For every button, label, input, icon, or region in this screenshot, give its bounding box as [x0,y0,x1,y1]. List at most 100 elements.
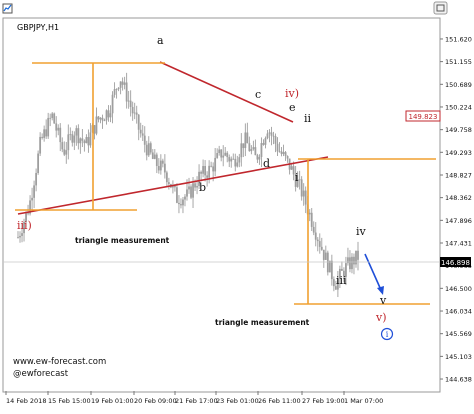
candle-body [260,143,263,157]
candle-body [224,152,227,156]
candle-body [149,143,152,153]
candle-body [81,138,84,141]
candle-body [43,129,46,138]
candle-body [73,135,76,143]
candle-body [204,166,207,176]
y-tick-label: 146.500 [445,285,472,293]
candle-body [353,256,355,265]
candle-body [208,165,211,178]
candle-body [304,190,307,205]
candle-body [264,138,267,145]
maximize-icon[interactable] [433,1,448,15]
candle-body [143,135,146,145]
candle-body [53,113,56,124]
y-tick-label: 149.293 [445,149,472,157]
candle-body [145,144,148,156]
candle-body [63,149,66,155]
candle-body [238,157,241,163]
candle-body [119,81,122,88]
candle-body [113,89,116,95]
y-tick-label: 144.638 [445,376,472,384]
candle-body [93,125,96,134]
candle-body [141,133,144,136]
candle-body [180,204,182,206]
candle-body [349,257,351,270]
candle-body [280,151,283,154]
candle-body [332,279,335,287]
candle-body [314,232,317,240]
chart-window-icon[interactable] [2,3,13,14]
candle-body [157,166,160,171]
candle-body [59,127,62,143]
candle-body [206,175,209,178]
candle-body [266,133,269,139]
candle-body [147,143,150,156]
marked-price-text: 149.823 [409,113,438,121]
candle-body [300,179,303,197]
candle-body [127,100,130,102]
candle-body [240,143,243,158]
triangle-measurement-label-left: triangle measurement [75,236,170,245]
candle-body [109,113,112,118]
candle-body [308,212,311,215]
candle-body [87,137,90,146]
candle-body [55,123,58,131]
candle-body [65,150,68,155]
candle-body [176,187,178,203]
candle-body [111,94,114,114]
candle-body [123,82,126,85]
candle-body [184,196,186,200]
candle-body [290,166,293,170]
candle-body [236,162,239,167]
candle-body [137,114,140,130]
candle-body [161,160,164,164]
candle-body [250,149,253,152]
candle-body [254,147,257,156]
candle-body [159,160,162,171]
candle-body [212,166,215,172]
candle-body [210,165,213,167]
candle-body [115,89,118,90]
y-tick-label: 150.224 [445,103,472,111]
candle-body [316,239,319,242]
candle-body [324,252,327,260]
candle-body [21,233,23,236]
candle-body [97,116,100,120]
wave-label-d: d [263,157,270,170]
candle-body [268,132,271,134]
candle-body [186,189,188,197]
candle-body [178,202,180,205]
candle-body [284,152,287,157]
candle-body [135,112,138,115]
x-tick-label: 27 Feb 19:00 [302,397,345,405]
candle-body [322,249,325,260]
candle-body [226,152,229,158]
candle-body [214,157,217,172]
candle-body [33,185,35,198]
candle-body [326,252,329,273]
candle-body [222,155,225,158]
info-glyph: i [386,330,389,339]
candle-body [318,241,321,247]
candle-body [77,128,80,144]
candle-body [194,183,196,188]
candle-body [101,117,104,121]
candle-body [320,246,323,250]
candle-body [298,179,301,181]
candle-body [153,154,156,159]
candle-body [302,190,305,197]
wave-label-iii-paren: iii) [17,219,32,232]
candle-body [67,134,70,151]
candle-body [83,140,86,144]
candle-body [107,110,110,118]
candle-body [57,127,60,131]
candle-body [17,237,19,238]
candle-body [125,82,128,102]
candle-body [151,152,154,159]
candle-body [51,113,54,118]
x-axis: 14 Feb 2018 15 Feb 15:00 19 Feb 01:00 20 Fe… [5,391,383,405]
info-circle-icon[interactable]: i [380,327,394,341]
wave-label-b: b [199,181,206,194]
candle-body [232,158,235,160]
candle-body [129,100,132,107]
